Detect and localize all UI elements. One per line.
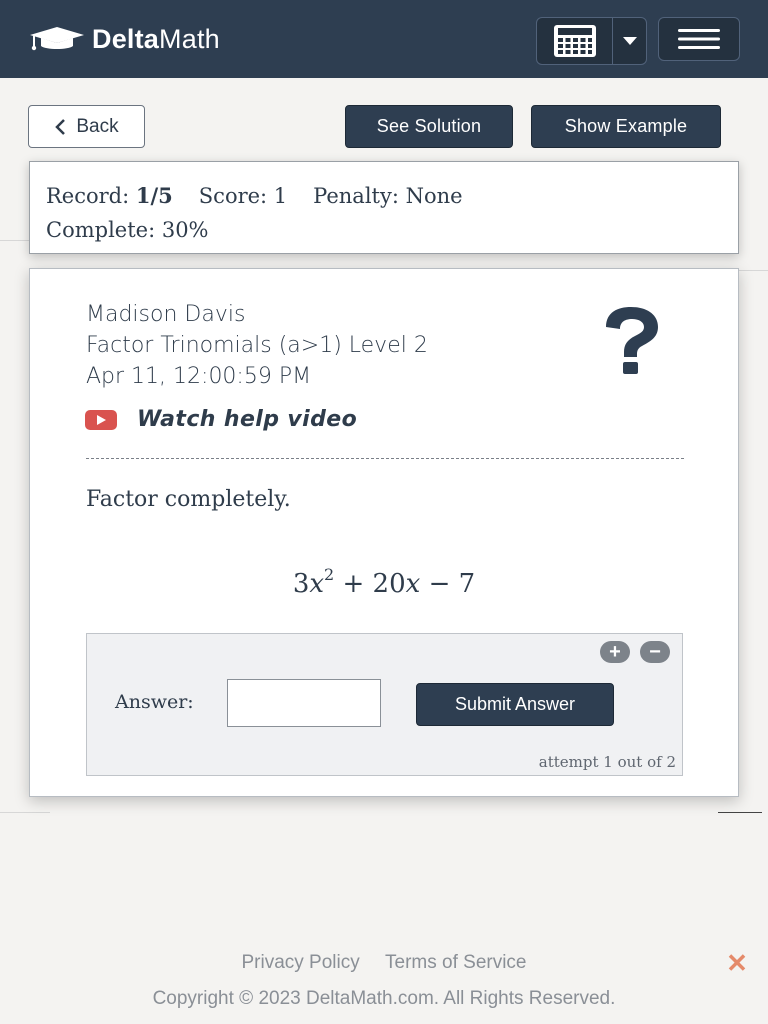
assignment-title: Factor Trinomials (a>1) Level 2 xyxy=(86,333,428,358)
attempt-counter: attempt 1 out of 2 xyxy=(538,753,676,771)
problem-card: Madison Davis Factor Trinomials (a>1) Le… xyxy=(29,268,739,797)
zoom-out-button[interactable]: − xyxy=(640,641,670,663)
background-rule xyxy=(718,812,762,813)
footer-links: Privacy Policy Terms of Service xyxy=(0,952,768,974)
show-example-button[interactable]: Show Example xyxy=(531,105,721,148)
see-solution-button[interactable]: See Solution xyxy=(345,105,513,148)
problem-expression: 3x2 + 20x − 7 xyxy=(292,565,476,599)
privacy-policy-link[interactable]: Privacy Policy xyxy=(241,952,359,973)
terms-of-service-link[interactable]: Terms of Service xyxy=(385,952,526,973)
logo-text: DeltaMath xyxy=(92,23,220,54)
answer-input[interactable] xyxy=(227,679,381,727)
problem-meta: Madison Davis Factor Trinomials (a>1) Le… xyxy=(86,299,428,392)
submit-answer-button[interactable]: Submit Answer xyxy=(416,683,614,726)
answer-area: + − Answer: Submit Answer attempt 1 out … xyxy=(86,633,683,776)
background-rule xyxy=(0,240,30,241)
youtube-play-icon xyxy=(85,409,117,430)
calculator-icon xyxy=(553,25,596,57)
top-navbar: DeltaMath xyxy=(0,0,768,78)
background-rule xyxy=(0,812,50,813)
divider xyxy=(86,458,684,459)
zoom-in-button[interactable]: + xyxy=(600,641,630,663)
score-stat: Score: 1 xyxy=(198,184,288,208)
graduation-cap-icon xyxy=(30,27,84,51)
deltamath-logo[interactable]: DeltaMath xyxy=(28,22,220,56)
problem-instruction: Factor completely. xyxy=(86,487,291,512)
record-panel: Record: 1/5 Score: 1 Penalty: None Complet… xyxy=(29,161,739,254)
copyright-text: Copyright © 2023 DeltaMath.com. All Righ… xyxy=(152,988,616,1009)
calculator-button-group xyxy=(536,17,647,65)
calculator-dropdown-button[interactable] xyxy=(613,18,646,64)
student-name: Madison Davis xyxy=(86,302,246,327)
chevron-left-icon xyxy=(55,118,66,135)
back-label: Back xyxy=(76,115,119,137)
complete-stat: Complete: 30% xyxy=(46,218,209,242)
calculator-button[interactable] xyxy=(537,18,613,64)
penalty-stat: Penalty: None xyxy=(313,184,463,208)
answer-label: Answer: xyxy=(115,691,194,713)
back-button[interactable]: Back xyxy=(28,105,145,148)
caret-down-icon xyxy=(622,37,637,45)
background-rule xyxy=(738,270,768,271)
help-video-label: Watch help video xyxy=(137,407,358,432)
record-line-1: Record: 1/5 Score: 1 Penalty: None xyxy=(46,179,738,213)
close-icon[interactable]: ✕ xyxy=(724,948,750,978)
problem-timestamp: Apr 11, 12:00:59 PM xyxy=(86,364,312,389)
hamburger-menu-button[interactable] xyxy=(658,17,740,61)
help-video-link[interactable]: Watch help video xyxy=(85,407,357,432)
question-mark-icon[interactable] xyxy=(596,305,666,375)
record-stat: Record: 1/5 xyxy=(46,183,173,208)
hamburger-menu-icon xyxy=(678,29,720,49)
